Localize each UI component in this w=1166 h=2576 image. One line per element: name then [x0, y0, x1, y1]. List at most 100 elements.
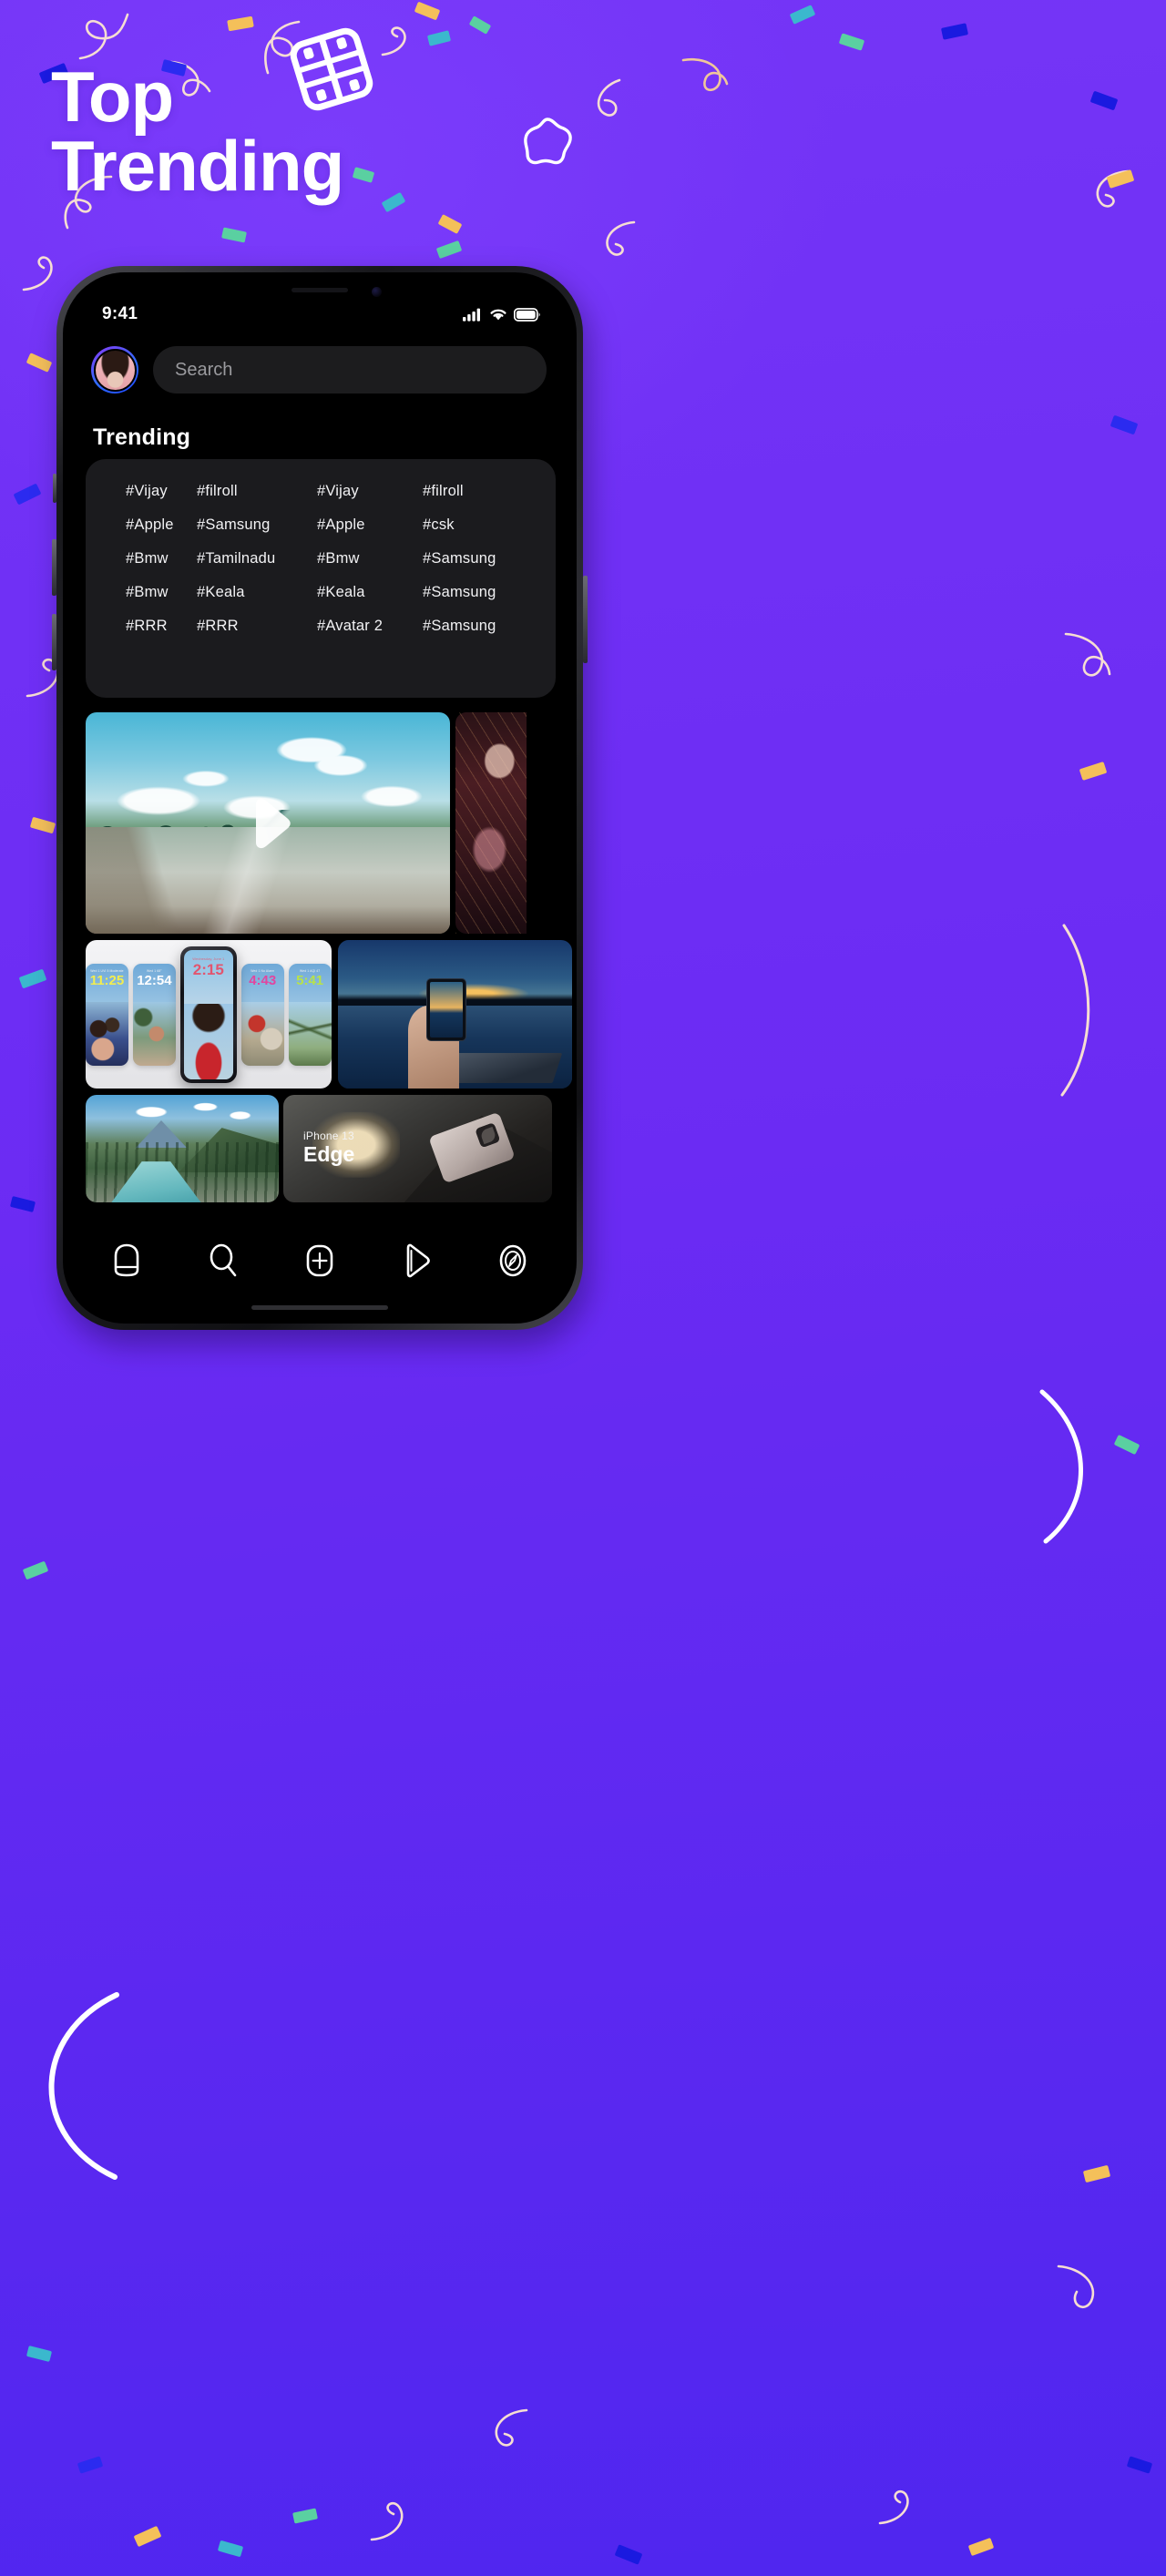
avatar-image — [93, 348, 137, 392]
trending-tag[interactable]: #Samsung — [423, 618, 532, 635]
ribbon-curl-icon — [1060, 924, 1090, 1097]
tab-home[interactable] — [100, 1237, 153, 1284]
tag-row: #Bmw #Tamilnadu #Bmw #Samsung — [106, 550, 536, 567]
lock-card-photo — [183, 1004, 233, 1079]
search-icon — [210, 1243, 237, 1277]
status-bar-time: 9:41 — [102, 304, 138, 323]
media-grid: Wed 1 UVI 5 Moderate 11:25 Wed 1 68° 12:… — [67, 712, 572, 1202]
trending-tag[interactable]: #Bmw — [317, 550, 423, 567]
phone-screen: 9:41 Search Trending #Vijay #filroll #Vi… — [67, 277, 572, 1319]
star-outline-icon — [524, 118, 572, 165]
ribbon-curl-icon — [1039, 1389, 1083, 1544]
trending-tag[interactable]: #Apple — [317, 516, 423, 534]
confetti-shard — [13, 483, 42, 506]
poster-title: Top Trending — [51, 61, 344, 207]
trending-tag[interactable]: #Vijay — [317, 483, 423, 500]
media-row-3: iPhone 13 Edge — [67, 1095, 572, 1202]
confetti-shard — [9, 1196, 36, 1212]
ribbon-curl-icon — [1096, 169, 1130, 208]
lock-screen-card: Wed 1 No Alarm 4:43 — [240, 963, 284, 1066]
featured-mini-phone: Wednesday, June 1 2:15 — [179, 946, 237, 1083]
phone-power-button — [583, 576, 588, 663]
lake-photo-thumbnail[interactable] — [337, 940, 572, 1089]
front-camera — [372, 287, 382, 297]
lock-card-meta: Wed 1 No Alarm — [251, 968, 275, 973]
lock-card-photo — [86, 1002, 128, 1066]
phone-volume-up-button — [52, 539, 56, 596]
iphone-edge-thumbnail[interactable]: iPhone 13 Edge — [283, 1095, 552, 1202]
trending-tag[interactable]: #Tamilnadu — [197, 550, 317, 567]
trending-tag[interactable]: #Samsung — [197, 516, 317, 534]
trending-tag[interactable]: #Bmw — [106, 584, 197, 601]
hero-video-thumbnail[interactable] — [86, 712, 450, 934]
avatar[interactable] — [91, 346, 138, 394]
confetti-shard — [1079, 761, 1108, 782]
status-bar-icons — [463, 307, 541, 322]
trending-tag[interactable]: #csk — [423, 516, 532, 534]
tag-row: #Bmw #Keala #Keala #Samsung — [106, 584, 536, 601]
edge-title: Edge — [303, 1142, 355, 1166]
trending-tag[interactable]: #Avatar 2 — [317, 618, 423, 635]
lock-card-time: 5:41 — [296, 972, 324, 988]
confetti-shard — [133, 2525, 162, 2548]
confetti-shard — [414, 1, 441, 21]
confetti-shard — [381, 191, 406, 213]
tab-reels[interactable] — [390, 1237, 443, 1284]
trending-tag[interactable]: #Samsung — [423, 550, 532, 567]
ribbon-curl-icon — [1057, 2264, 1095, 2308]
confetti-shard — [1106, 169, 1135, 189]
lock-card-meta: Wed 1 68° — [147, 968, 162, 973]
side-video-preview[interactable] — [455, 712, 527, 934]
trending-tag[interactable]: #RRR — [106, 618, 197, 635]
tab-create[interactable] — [293, 1237, 346, 1284]
search-input[interactable]: Search — [153, 346, 547, 394]
confetti-shard — [468, 15, 492, 35]
trending-tag[interactable]: #Apple — [106, 516, 197, 534]
tab-search[interactable] — [197, 1237, 250, 1284]
confetti-shard — [1126, 2456, 1153, 2474]
trending-tag[interactable]: #Samsung — [423, 584, 532, 601]
nature-landscape-thumbnail[interactable] — [86, 1095, 279, 1202]
edge-caption: iPhone 13 Edge — [303, 1130, 354, 1166]
edge-subtitle: iPhone 13 — [303, 1130, 354, 1142]
confetti-shard — [1089, 90, 1119, 111]
lock-screen-showcase-thumbnail[interactable]: Wed 1 UVI 5 Moderate 11:25 Wed 1 68° 12:… — [86, 940, 332, 1089]
trending-tag[interactable]: #Keala — [197, 584, 317, 601]
play-button-icon[interactable] — [240, 795, 296, 852]
confetti-shard — [352, 167, 375, 183]
wooden-dock — [445, 1052, 563, 1083]
ribbon-curl-icon — [878, 2489, 909, 2525]
lock-card-photo — [288, 1002, 332, 1066]
poster-stage: Top Trending 9:41 Search Trending #Vijay… — [0, 0, 1166, 2576]
lock-card-time: 4:43 — [249, 972, 277, 988]
trending-tag[interactable]: #Bmw — [106, 550, 197, 567]
confetti-shard — [1082, 2164, 1111, 2183]
confetti-shard — [292, 2508, 318, 2524]
trending-tag[interactable]: #filroll — [423, 483, 532, 500]
mini-phone-screen: Wednesday, June 1 2:15 — [183, 949, 233, 1079]
ribbon-curl-icon — [381, 26, 406, 56]
ribbon-curl-icon — [370, 2501, 404, 2541]
confetti-shard — [217, 2540, 244, 2558]
confetti-shard — [26, 353, 53, 373]
phone-bezel: 9:41 Search Trending #Vijay #filroll #Vi… — [63, 272, 577, 1324]
trending-tag[interactable]: #Keala — [317, 584, 423, 601]
compass-icon — [499, 1244, 527, 1277]
tag-row: #Vijay #filroll #Vijay #filroll — [106, 483, 536, 500]
play-triangle-icon — [406, 1243, 430, 1278]
tab-profile[interactable] — [486, 1237, 539, 1284]
earpiece-speaker — [292, 288, 348, 292]
trending-tag[interactable]: #Vijay — [106, 483, 197, 500]
trending-tag[interactable]: #RRR — [197, 618, 317, 635]
page-title: Trending — [93, 424, 191, 450]
lock-card-photo — [132, 1002, 176, 1066]
tag-row: #RRR #RRR #Avatar 2 #Samsung — [106, 618, 536, 635]
media-row-2: Wed 1 UVI 5 Moderate 11:25 Wed 1 68° 12:… — [67, 940, 572, 1089]
confetti-shard — [967, 2537, 995, 2557]
lock-card-time: 2:15 — [192, 960, 224, 978]
poster-title-line2: Trending — [51, 126, 344, 207]
confetti-shard — [838, 33, 865, 51]
lock-screen-card: Wed 1 68° 12:54 — [132, 963, 176, 1066]
phone-notch — [230, 277, 409, 308]
trending-tag[interactable]: #filroll — [197, 483, 317, 500]
